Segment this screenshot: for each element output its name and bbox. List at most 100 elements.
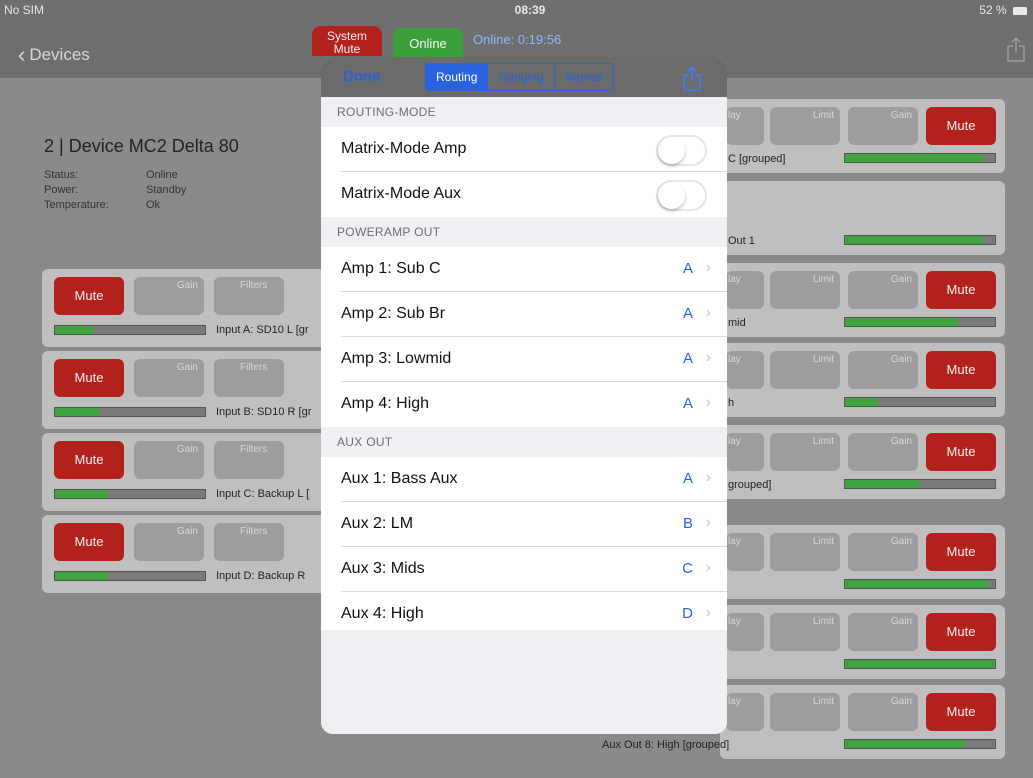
tab-ganging[interactable]: Ganging	[487, 64, 553, 90]
mute-button[interactable]: Mute	[926, 433, 996, 471]
list-item[interactable]: Aux 2: LM B ›	[321, 502, 727, 547]
gain-label: Gain	[890, 110, 912, 121]
level-meter	[54, 407, 206, 417]
delay-button[interactable]: lay	[726, 613, 764, 651]
level-meter	[844, 235, 996, 245]
done-button[interactable]: Done	[343, 68, 381, 85]
limit-button[interactable]: Limit	[770, 107, 840, 145]
mute-button[interactable]: Mute	[926, 107, 996, 145]
list-item[interactable]: Aux 1: Bass Aux A ›	[321, 457, 727, 502]
list-item[interactable]: Aux 3: Mids C ›	[321, 547, 727, 592]
row-label: Aux 3: Mids	[341, 560, 425, 577]
mute-button[interactable]: Mute	[926, 351, 996, 389]
share-icon[interactable]	[681, 65, 703, 91]
input-strip: Mute Gain Filters Input B: SD10 R [gr	[42, 351, 342, 429]
output-strip: lay Limit Gain Mute h	[720, 343, 1005, 417]
row-value: D	[682, 605, 693, 622]
delay-label: lay	[728, 616, 741, 627]
share-icon[interactable]	[1005, 36, 1027, 62]
chevron-right-icon: ›	[705, 259, 711, 276]
list-item[interactable]: Amp 4: High A ›	[321, 382, 727, 427]
chevron-right-icon: ›	[705, 604, 711, 621]
filters-button[interactable]: Filters	[214, 277, 284, 315]
list-item[interactable]: Amp 1: Sub C A ›	[321, 247, 727, 292]
mute-button[interactable]: Mute	[926, 613, 996, 651]
strip-label: Input D: Backup R	[216, 570, 306, 582]
mute-button[interactable]: Mute	[54, 441, 124, 479]
mute-button[interactable]: Mute	[926, 533, 996, 571]
strip-label: Aux Out 8: High [grouped]	[602, 739, 730, 751]
limit-button[interactable]: Limit	[770, 533, 840, 571]
limit-button[interactable]: Limit	[770, 271, 840, 309]
gain-label: Gain	[890, 536, 912, 547]
delay-button[interactable]: lay	[726, 351, 764, 389]
matrix-mode-aux-toggle[interactable]	[656, 180, 707, 211]
row-value: A	[682, 470, 693, 487]
gain-button[interactable]: Gain	[134, 277, 204, 315]
row-label: Matrix-Mode Aux	[341, 185, 462, 202]
mute-button[interactable]: Mute	[54, 359, 124, 397]
battery-icon	[1013, 6, 1027, 15]
tab-names[interactable]: Names	[553, 64, 613, 90]
limit-button[interactable]: Limit	[770, 433, 840, 471]
online-button[interactable]: Online	[393, 28, 463, 58]
limit-button[interactable]: Limit	[770, 693, 840, 731]
limit-button[interactable]: Limit	[770, 351, 840, 389]
gain-button[interactable]: Gain	[134, 523, 204, 561]
matrix-mode-amp-toggle[interactable]	[656, 135, 707, 166]
back-button[interactable]: ‹ Devices	[18, 42, 90, 68]
info-key: Status:	[44, 169, 79, 181]
gain-button[interactable]: Gain	[848, 271, 918, 309]
row-label: Aux 2: LM	[341, 515, 414, 532]
gain-button[interactable]: Gain	[848, 433, 918, 471]
gain-button[interactable]: Gain	[134, 359, 204, 397]
gain-button[interactable]: Gain	[848, 107, 918, 145]
mute-button[interactable]: Mute	[54, 523, 124, 561]
gain-button[interactable]: Gain	[848, 613, 918, 651]
tab-routing[interactable]: Routing	[426, 64, 488, 90]
mute-button[interactable]: Mute	[54, 277, 124, 315]
delay-button[interactable]: lay	[726, 271, 764, 309]
strip-label: grouped]	[728, 479, 772, 491]
limit-button[interactable]: Limit	[770, 613, 840, 651]
gain-label: Gain	[176, 280, 198, 291]
filters-button[interactable]: Filters	[214, 441, 284, 479]
list-item[interactable]: Amp 3: Lowmid A ›	[321, 337, 727, 382]
gain-button[interactable]: Gain	[848, 533, 918, 571]
input-strip: Mute Gain Filters Input D: Backup R	[42, 515, 342, 593]
strip-label: Input B: SD10 R [gr	[216, 406, 312, 418]
level-meter	[844, 153, 996, 163]
output-strip: lay Limit Gain Mute Aux Out 8: High [grouped…	[602, 685, 1005, 759]
row-label: Matrix-Mode Amp	[341, 140, 467, 157]
level-meter	[54, 325, 206, 335]
gain-button[interactable]: Gain	[848, 693, 918, 731]
gain-label: Gain	[890, 354, 912, 365]
gain-button[interactable]: Gain	[134, 441, 204, 479]
gain-button[interactable]: Gain	[848, 351, 918, 389]
mute-button[interactable]: Mute	[926, 271, 996, 309]
output-strip: lay Limit Gain Mute mid	[720, 263, 1005, 337]
filters-button[interactable]: Filters	[214, 523, 284, 561]
output-strip: lay Limit Gain Mute grouped]	[720, 425, 1005, 499]
gain-label: Gain	[890, 616, 912, 627]
limit-label: Limit	[812, 274, 834, 285]
strip-label: h	[728, 397, 735, 409]
segmented-control: Routing Ganging Names	[425, 63, 614, 91]
system-mute-button[interactable]: System Mute	[312, 26, 382, 56]
modal-empty-area	[321, 630, 727, 734]
delay-button[interactable]: lay	[726, 693, 764, 731]
info-value: Online	[146, 169, 178, 181]
delay-button[interactable]: lay	[726, 107, 764, 145]
chevron-right-icon: ›	[705, 514, 711, 531]
filters-label: Filters	[240, 362, 268, 373]
mute-button[interactable]: Mute	[926, 693, 996, 731]
delay-button[interactable]: lay	[726, 533, 764, 571]
info-key: Temperature:	[44, 199, 109, 211]
input-strip: Mute Gain Filters Input A: SD10 L [gr	[42, 269, 342, 347]
back-label: Devices	[29, 45, 90, 64]
row-value: A	[682, 260, 693, 277]
delay-button[interactable]: lay	[726, 433, 764, 471]
filters-button[interactable]: Filters	[214, 359, 284, 397]
row-label: Amp 3: Lowmid	[341, 350, 452, 367]
list-item[interactable]: Amp 2: Sub Br A ›	[321, 292, 727, 337]
